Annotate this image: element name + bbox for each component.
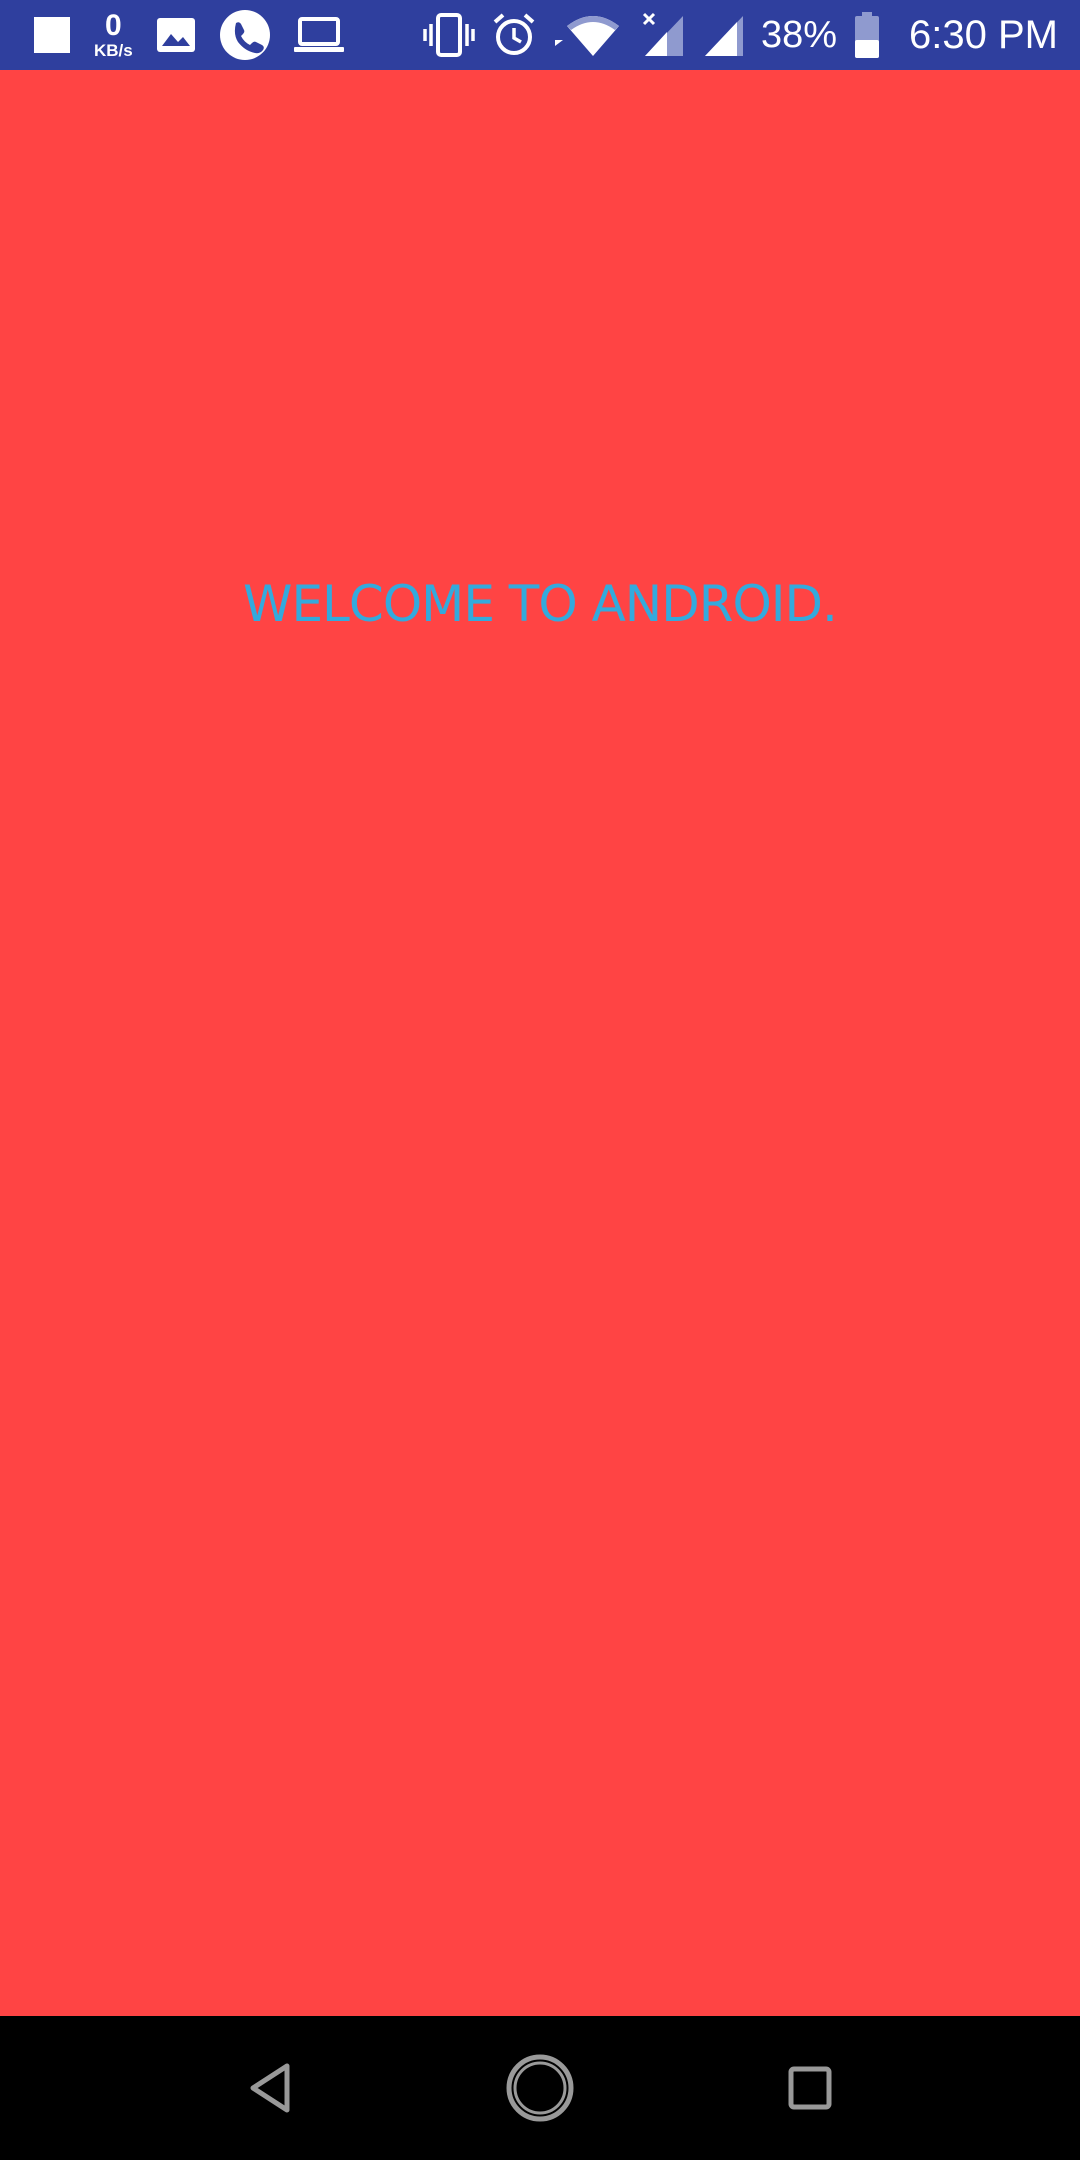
notification-square-icon bbox=[32, 15, 72, 55]
recents-icon[interactable] bbox=[760, 2038, 860, 2138]
wifi-icon bbox=[553, 12, 625, 58]
status-bar-notifications: 0 KB/s bbox=[32, 9, 345, 61]
battery-percent: 38% bbox=[760, 13, 838, 56]
network-speed-unit: KB/s bbox=[94, 41, 133, 60]
signal-icon bbox=[701, 12, 745, 58]
status-bar: 0 KB/s 38% 6:30 PM bbox=[0, 0, 1080, 70]
welcome-text: WELCOME TO ANDROID. bbox=[243, 575, 838, 633]
home-icon[interactable] bbox=[490, 2038, 590, 2138]
laptop-icon bbox=[293, 15, 345, 55]
main-content: WELCOME TO ANDROID. bbox=[0, 70, 1080, 2016]
image-icon bbox=[155, 16, 197, 54]
network-speed: 0 KB/s bbox=[94, 9, 133, 60]
alarm-icon bbox=[491, 12, 537, 58]
navigation-bar bbox=[0, 2016, 1080, 2160]
signal-no-data-icon bbox=[641, 12, 685, 58]
android-screen: 0 KB/s 38% 6:30 PM WELCOME TO ANDROID. bbox=[0, 0, 1080, 2160]
back-icon[interactable] bbox=[220, 2038, 320, 2138]
network-speed-value: 0 bbox=[105, 9, 122, 42]
phone-call-icon bbox=[219, 9, 271, 61]
battery-icon bbox=[853, 11, 881, 59]
status-bar-system: 38% 6:30 PM bbox=[423, 11, 1058, 59]
vibrate-icon bbox=[423, 12, 475, 58]
clock: 6:30 PM bbox=[909, 12, 1058, 57]
